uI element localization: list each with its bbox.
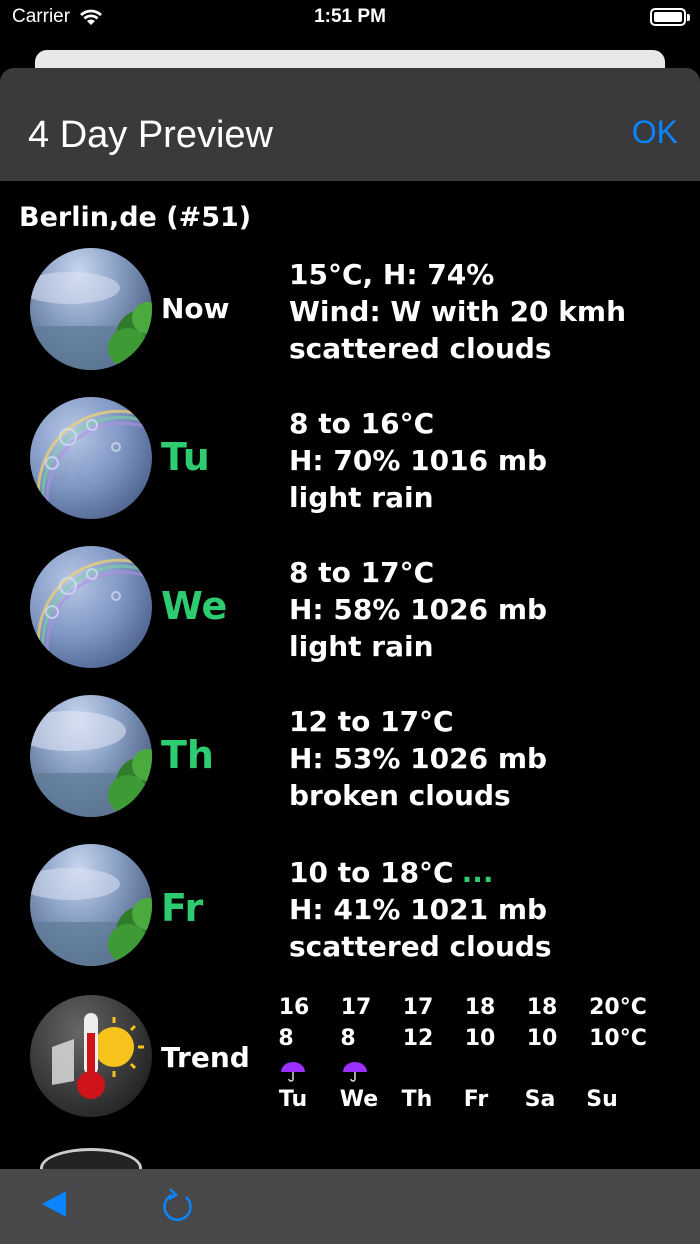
forecast-details: 10 to 18°C... H: 41% 1021 mb scattered c… — [289, 854, 552, 965]
forecast-row-fr[interactable]: Fr 10 to 18°C... H: 41% 1021 mb scattere… — [0, 844, 700, 974]
nav-bar: 4 Day Preview OK — [0, 68, 700, 181]
trend-low: 10°C — [589, 1026, 647, 1051]
forecast-details: 15°C, H: 74% Wind: W with 20 kmh scatter… — [289, 256, 626, 367]
trend-low: 12 — [402, 1026, 434, 1051]
conditions: scattered clouds — [289, 332, 552, 365]
conditions: light rain — [289, 481, 434, 514]
bottom-toolbar — [0, 1169, 700, 1244]
trend-day: Fr — [463, 1087, 489, 1112]
refresh-icon[interactable] — [160, 1185, 196, 1225]
forecast-row-th[interactable]: Th 12 to 17°C H: 53% 1026 mb broken clou… — [0, 695, 700, 825]
broken-clouds-icon — [30, 695, 152, 817]
scattered-clouds-icon — [30, 248, 152, 370]
trend-day: Sa — [524, 1087, 556, 1112]
trend-high: 17 — [340, 995, 372, 1020]
wind-info: Wind: W with 20 kmh — [289, 295, 627, 328]
trend-low: 8 — [278, 1026, 294, 1051]
day-label: Now — [161, 292, 230, 325]
temperature-humidity: 15°C, H: 74% — [289, 258, 495, 291]
humidity-pressure: H: 58% 1026 mb — [289, 593, 548, 626]
ok-button[interactable]: OK — [632, 114, 678, 151]
trend-high: 18 — [464, 995, 496, 1020]
trend-low: 8 — [340, 1026, 356, 1051]
trend-day: Tu — [278, 1087, 308, 1112]
thermometer-sun-icon — [30, 995, 152, 1117]
location-label: Berlin,de (#51) — [19, 202, 252, 233]
conditions: broken clouds — [289, 779, 511, 812]
day-label: Th — [161, 733, 214, 777]
back-arrow-icon[interactable] — [40, 1189, 68, 1219]
light-rain-icon — [30, 397, 152, 519]
trend-high: 20°C — [589, 995, 647, 1020]
trend-days: Tu We Th Fr Sa Su — [272, 1087, 692, 1118]
day-label: We — [161, 584, 228, 628]
page-title: 4 Day Preview — [28, 114, 273, 156]
status-bar: Carrier 1:51 PM — [0, 0, 700, 40]
trend-label: Trend — [161, 1041, 250, 1074]
trend-high: 17 — [402, 995, 434, 1020]
trend-row[interactable]: Trend 16 17 17 18 18 20°C 8 8 12 10 10 1… — [0, 995, 700, 1135]
humidity-pressure: H: 41% 1021 mb — [289, 893, 548, 926]
battery-icon — [650, 8, 690, 26]
temperature-range: 8 to 16°C — [289, 407, 435, 440]
conditions: light rain — [289, 630, 434, 663]
light-rain-icon — [30, 546, 152, 668]
trend-table: 16 17 17 18 18 20°C 8 8 12 10 10 10°C Tu… — [272, 995, 692, 1118]
forecast-row-tu[interactable]: Tu 8 to 16°C H: 70% 1016 mb light rain — [0, 397, 700, 527]
forecast-row-now[interactable]: Now 15°C, H: 74% Wind: W with 20 kmh sca… — [0, 248, 700, 378]
preview-sheet: 4 Day Preview OK Berlin,de (#51) Now 15°… — [0, 68, 700, 1244]
trend-lows: 8 8 12 10 10 10°C — [272, 1026, 692, 1057]
day-label: Tu — [161, 435, 210, 479]
forecast-details: 12 to 17°C H: 53% 1026 mb broken clouds — [289, 703, 547, 814]
humidity-pressure: H: 53% 1026 mb — [289, 742, 548, 775]
umbrella-icon — [343, 1062, 367, 1082]
trend-day: Su — [586, 1087, 618, 1112]
trend-rain — [272, 1057, 692, 1087]
humidity-pressure: H: 70% 1016 mb — [289, 444, 548, 477]
trend-day: Th — [401, 1087, 433, 1112]
temperature-range: 12 to 17°C — [289, 705, 454, 738]
forecast-details: 8 to 16°C H: 70% 1016 mb light rain — [289, 405, 547, 516]
forecast-row-we[interactable]: We 8 to 17°C H: 58% 1026 mb light rain — [0, 546, 700, 676]
temperature-range: 10 to 18°C — [289, 856, 454, 889]
scattered-clouds-icon — [30, 844, 152, 966]
trend-low: 10 — [526, 1026, 558, 1051]
forecast-details: 8 to 17°C H: 58% 1026 mb light rain — [289, 554, 547, 665]
more-indicator[interactable]: ... — [462, 856, 494, 889]
trend-day: We — [339, 1087, 379, 1112]
trend-low: 10 — [464, 1026, 496, 1051]
conditions: scattered clouds — [289, 930, 552, 963]
trend-high: 18 — [526, 995, 558, 1020]
trend-high: 16 — [278, 995, 310, 1020]
temperature-range: 8 to 17°C — [289, 556, 435, 589]
umbrella-icon — [281, 1062, 305, 1082]
day-label: Fr — [161, 886, 204, 930]
clock: 1:51 PM — [314, 6, 386, 27]
trend-highs: 16 17 17 18 18 20°C — [272, 995, 692, 1026]
